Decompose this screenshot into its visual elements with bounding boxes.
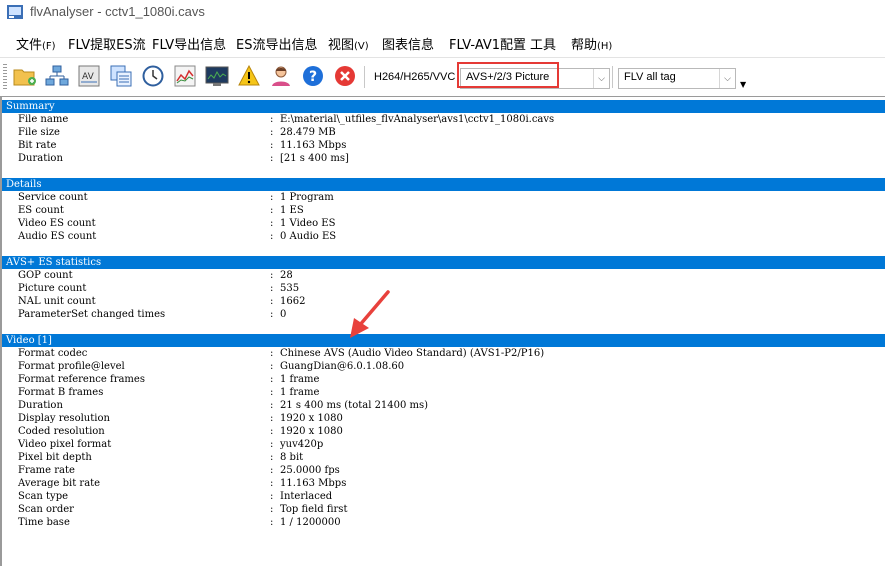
monitor-icon[interactable] <box>204 63 230 89</box>
info-row: Format profile@level: GuangDian@6.0.1.08.… <box>18 361 405 372</box>
av-icon[interactable]: AV <box>76 63 102 89</box>
menu-flv-export-info[interactable]: FLV导出信息 <box>152 34 226 53</box>
info-row: Average bit rate:11.163 Mbps <box>18 478 347 489</box>
info-row: Scan type: Interlaced <box>18 491 333 502</box>
svg-text:AV: AV <box>82 72 95 82</box>
clock-icon[interactable] <box>140 63 166 89</box>
menu-chart-info[interactable]: 图表信息 <box>382 34 434 53</box>
menu-file[interactable]: 文件(F) <box>16 34 56 53</box>
app-icon <box>7 5 23 19</box>
info-row: Time base:1 / 1200000 <box>18 517 341 528</box>
info-row: Frame rate:25.0000 fps <box>18 465 340 476</box>
info-row: Audio ES count:0 Audio ES <box>18 231 337 242</box>
toolbar-separator <box>364 66 365 88</box>
toolbar-separator <box>612 66 613 88</box>
title-bar: flvAnalyser - cctv1_1080i.cavs <box>0 0 885 24</box>
menu-flv-extract-es[interactable]: FLV提取ES流 <box>68 34 146 53</box>
codec-label: H264/H265/VVC <box>374 71 456 83</box>
info-row: Picture count:535 <box>18 283 300 294</box>
info-row: Display resolution:1920 x 1080 <box>18 413 343 424</box>
info-row: Video ES count:1 Video ES <box>18 218 336 229</box>
info-row: Pixel bit depth:8 bit <box>18 452 304 463</box>
window-title: flvAnalyser - cctv1_1080i.cavs <box>30 4 205 19</box>
windows-icon[interactable] <box>108 63 134 89</box>
menu-view[interactable]: 视图(V) <box>328 34 369 53</box>
info-row: Duration:21 s 400 ms (total 21400 ms) <box>18 400 429 411</box>
info-row: Service count:1 Program <box>18 192 334 203</box>
menu-tools[interactable]: 工具 <box>530 34 556 53</box>
info-row: Format reference frames:1 frame <box>18 374 320 385</box>
warning-icon[interactable] <box>236 63 262 89</box>
help-icon[interactable]: ? <box>300 63 326 89</box>
flv-tag-combo[interactable]: FLV all tag ⌵ <box>618 68 736 89</box>
chevron-down-icon[interactable]: ⌵ <box>593 69 609 88</box>
info-row: ParameterSet changed times:0 <box>18 309 287 320</box>
svg-text:?: ? <box>309 69 317 85</box>
close-icon[interactable] <box>332 63 358 89</box>
menu-flv-av1-config[interactable]: FLV-AV1配置 <box>449 34 526 53</box>
info-row: Bit rate:11.163 Mbps <box>18 140 347 151</box>
menu-help[interactable]: 帮助(H) <box>571 34 612 53</box>
toolbar-grip[interactable] <box>3 64 7 90</box>
flv-tag-combo-value: FLV all tag <box>624 71 676 83</box>
network-icon[interactable] <box>44 63 70 89</box>
info-row: Coded resolution:1920 x 1080 <box>18 426 343 437</box>
highlight-box <box>457 62 559 88</box>
section-header-video: Video [1] <box>2 334 885 347</box>
info-row: File name: E:\material\_utfiles_flvAnalys… <box>18 114 555 125</box>
section-header-details: Details <box>2 178 885 191</box>
user-icon[interactable] <box>268 63 294 89</box>
toolbar: AV ? H264/H265/VVC AVS+/2/3 Picture ⌵ FL… <box>0 57 885 96</box>
info-row: Video pixel format: yuv420p <box>18 439 324 450</box>
open-folder-icon[interactable] <box>12 63 38 89</box>
chevron-down-icon[interactable]: ⌵ <box>719 69 735 88</box>
info-row: Format codec: Chinese AVS (Audio Video St… <box>18 348 545 359</box>
info-row: File size:28.479 MB <box>18 127 336 138</box>
annotation-arrow-icon <box>350 290 390 338</box>
toolbar-overflow-icon[interactable]: ▼ <box>740 80 746 89</box>
menu-bar: 文件(F) FLV提取ES流 FLV导出信息 ES流导出信息 视图(V) 图表信… <box>0 28 885 56</box>
info-row: Scan order: Top field first <box>18 504 348 515</box>
info-row: ES count:1 ES <box>18 205 304 216</box>
section-header-summary: Summary <box>2 100 885 113</box>
info-row: Duration: [21 s 400 ms] <box>18 153 349 164</box>
line-chart-icon[interactable] <box>172 63 198 89</box>
section-header-es-statistics: AVS+ ES statistics <box>2 256 885 269</box>
info-row: NAL unit count:1662 <box>18 296 306 307</box>
menu-es-export-info[interactable]: ES流导出信息 <box>236 34 317 53</box>
info-row: GOP count:28 <box>18 270 293 281</box>
info-row: Format B frames:1 frame <box>18 387 320 398</box>
